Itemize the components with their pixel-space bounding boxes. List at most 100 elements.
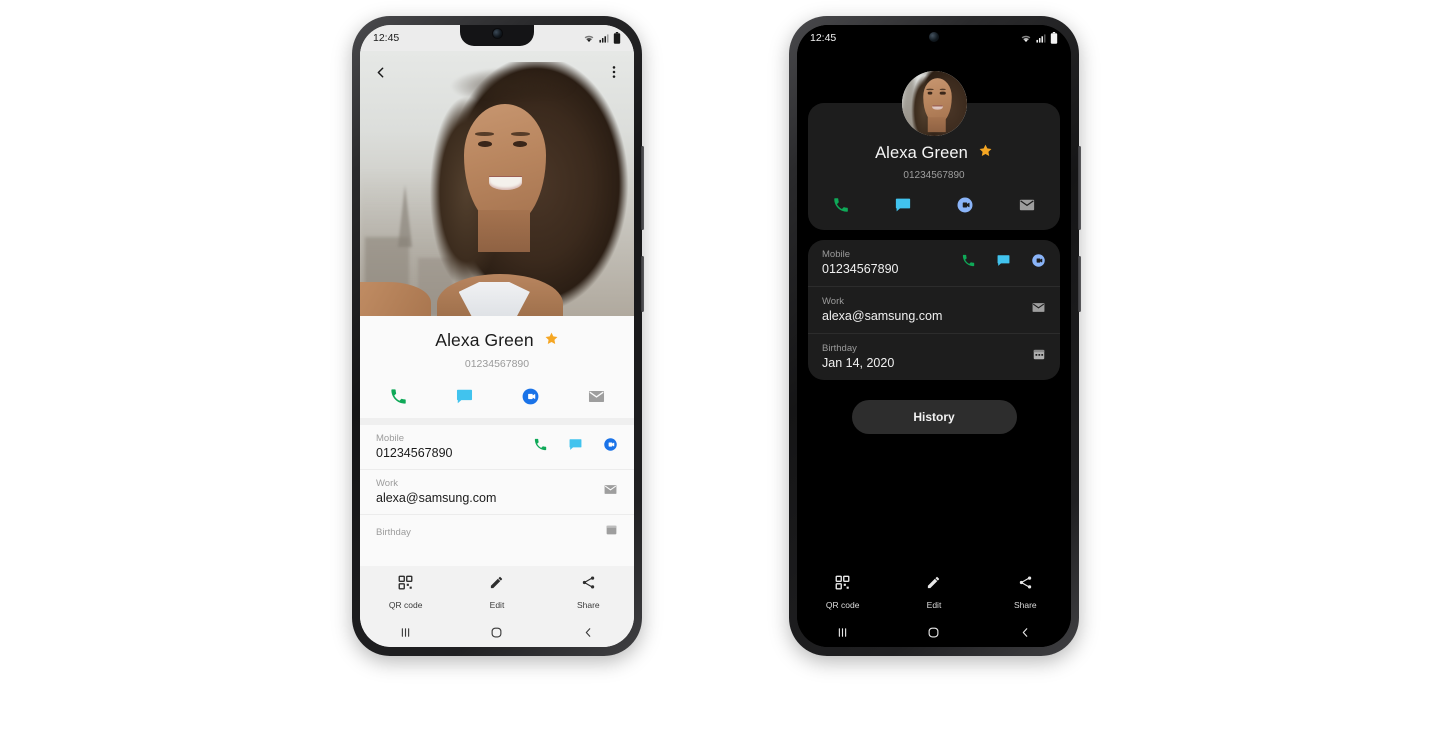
contact-details-card: Mobile 01234567890 Work alexa@samsung.co… (808, 240, 1060, 380)
calendar-icon[interactable] (605, 523, 618, 541)
email-icon[interactable] (1018, 196, 1036, 214)
quick-actions (808, 196, 1060, 214)
detail-label: Mobile (376, 433, 404, 444)
contact-phone: 01234567890 (903, 170, 965, 181)
recents-icon[interactable] (797, 625, 887, 640)
pencil-icon (926, 576, 941, 594)
detail-value: 01234567890 (822, 262, 899, 276)
detail-value: alexa@samsung.com (376, 491, 497, 505)
panel-divider (360, 418, 634, 425)
navigation-bar (797, 617, 1071, 647)
power-button[interactable] (1078, 256, 1081, 312)
pencil-icon (489, 576, 504, 594)
status-icons (583, 32, 621, 44)
home-icon[interactable] (889, 625, 979, 640)
detail-actions (1031, 300, 1046, 320)
edit-label: Edit (926, 600, 942, 610)
wifi-icon (583, 33, 595, 44)
share-label: Share (576, 600, 600, 610)
battery-icon (613, 32, 621, 44)
qr-code-button[interactable]: QR code (797, 575, 887, 610)
email-icon[interactable] (1031, 300, 1046, 320)
detail-value: Jan 14, 2020 (822, 356, 895, 370)
contact-avatar-photo (901, 71, 967, 136)
phone-icon[interactable] (832, 196, 850, 214)
recents-icon[interactable] (360, 625, 450, 640)
bottom-action-bar: QR code Edit Share (360, 566, 634, 617)
star-icon[interactable] (544, 331, 559, 351)
signal-icon (598, 33, 610, 44)
phone-screen-light: 12:45 Alexa Green 01234567890 Mobile 012… (360, 25, 634, 647)
email-icon[interactable] (587, 387, 606, 406)
power-button[interactable] (641, 256, 644, 312)
duo-video-icon[interactable] (956, 196, 974, 214)
status-icons (1020, 32, 1058, 44)
dark-content: Alexa Green 01234567890 Mobile 012345678… (797, 51, 1071, 566)
phone-icon[interactable] (389, 387, 408, 406)
qr-code-icon (835, 575, 850, 594)
detail-row-mobile[interactable]: Mobile 01234567890 (360, 425, 634, 470)
status-time: 12:45 (373, 32, 400, 44)
wifi-icon (1020, 33, 1032, 44)
detail-label: Birthday (376, 526, 411, 538)
message-icon[interactable] (568, 437, 583, 457)
back-icon[interactable] (980, 625, 1070, 640)
phone-screen-dark: 12:45 Alexa Green 01234567890 Mobile 012… (797, 25, 1071, 647)
message-icon[interactable] (894, 196, 912, 214)
more-options-icon[interactable] (606, 64, 622, 80)
qr-code-icon (398, 575, 413, 594)
contact-details-list: Mobile 01234567890 Work alexa@samsung.co… (360, 425, 634, 566)
edit-label: Edit (489, 600, 505, 610)
home-icon[interactable] (452, 625, 542, 640)
detail-actions (605, 523, 618, 541)
message-icon[interactable] (455, 387, 474, 406)
phone-icon[interactable] (533, 437, 548, 457)
notch (460, 25, 534, 46)
calendar-icon[interactable] (1032, 347, 1046, 366)
volume-button[interactable] (1078, 146, 1081, 230)
qr-code-button[interactable]: QR code (360, 575, 450, 610)
detail-label: Work (822, 296, 844, 307)
back-arrow-icon[interactable] (372, 64, 389, 81)
star-icon[interactable] (978, 143, 993, 163)
detail-row-birthday[interactable]: Birthday (360, 515, 634, 550)
back-icon[interactable] (543, 625, 633, 640)
contact-name: Alexa Green (435, 330, 534, 350)
phone-icon[interactable] (961, 253, 976, 273)
contact-summary-panel: Alexa Green 01234567890 (360, 316, 634, 418)
history-button[interactable]: History (851, 400, 1017, 434)
detail-label: Birthday (822, 343, 857, 354)
volume-button[interactable] (641, 146, 644, 230)
edit-button[interactable]: Edit (889, 575, 979, 610)
detail-row-work[interactable]: Work alexa@samsung.com (360, 470, 634, 515)
avatar[interactable] (901, 71, 967, 136)
detail-value: alexa@samsung.com (822, 309, 943, 323)
contact-name-row: Alexa Green (808, 143, 1060, 163)
contact-phone: 01234567890 (464, 358, 530, 370)
screenshot-stage: 12:45 Alexa Green 01234567890 Mobile 012… (0, 0, 1440, 733)
phone-device-light: 12:45 Alexa Green 01234567890 Mobile 012… (352, 16, 644, 656)
quick-actions (360, 387, 634, 406)
email-icon[interactable] (603, 482, 618, 502)
share-button[interactable]: Share (980, 575, 1070, 610)
edit-button[interactable]: Edit (452, 575, 542, 610)
share-icon (1018, 576, 1033, 594)
share-button[interactable]: Share (543, 575, 633, 610)
duo-video-icon[interactable] (1031, 253, 1046, 273)
battery-icon (1050, 32, 1058, 44)
contact-photo-hero (360, 51, 634, 316)
duo-video-icon[interactable] (521, 387, 540, 406)
share-label: Share (1013, 600, 1037, 610)
bottom-action-bar: QR code Edit Share (797, 566, 1071, 617)
detail-row-work[interactable]: Work alexa@samsung.com (808, 287, 1060, 334)
duo-video-icon[interactable] (603, 437, 618, 457)
front-camera-icon (492, 29, 502, 38)
phone-device-dark: 12:45 Alexa Green 01234567890 Mobile 012… (789, 16, 1081, 656)
detail-row-mobile[interactable]: Mobile 01234567890 (808, 240, 1060, 287)
status-time: 12:45 (810, 32, 837, 44)
detail-row-birthday[interactable]: Birthday Jan 14, 2020 (808, 334, 1060, 380)
detail-actions (603, 482, 618, 502)
contact-name-row: Alexa Green (360, 330, 634, 351)
message-icon[interactable] (996, 253, 1011, 273)
